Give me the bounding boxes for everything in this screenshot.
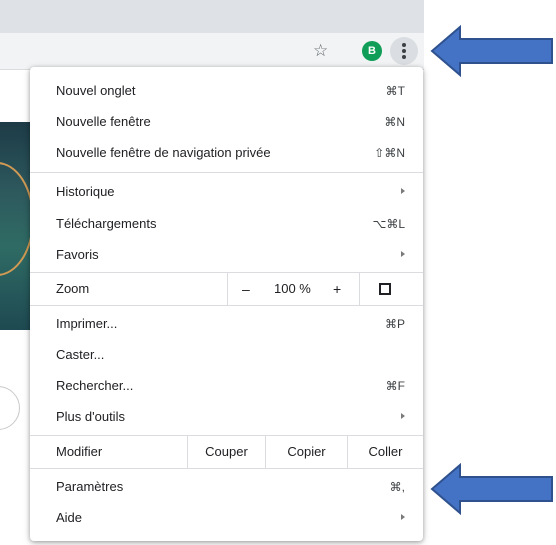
zoom-in-button[interactable]: +: [333, 273, 341, 305]
menu-item-new-tab[interactable]: Nouvel onglet ⌘T: [30, 77, 423, 105]
submenu-arrow-icon: [401, 514, 405, 520]
browser-toolbar: ☆ B: [0, 33, 424, 70]
menu-item-incognito-window[interactable]: Nouvelle fenêtre de navigation privée ⇧⌘…: [30, 139, 423, 167]
menu-item-settings[interactable]: Paramètres ⌘,: [30, 473, 423, 501]
menu-separator: [30, 172, 423, 173]
menu-item-bookmarks[interactable]: Favoris: [30, 241, 423, 269]
page-background-image: [0, 122, 34, 330]
menu-item-cast[interactable]: Caster...: [30, 341, 423, 369]
menu-item-print[interactable]: Imprimer... ⌘P: [30, 310, 423, 338]
menu-item-downloads[interactable]: Téléchargements ⌥⌘L: [30, 210, 423, 238]
edit-row: Modifier Couper Copier Coller: [30, 435, 423, 469]
tab-strip: [0, 0, 424, 33]
annotation-arrow-settings: [430, 463, 553, 515]
menu-item-more-tools[interactable]: Plus d'outils: [30, 403, 423, 431]
copy-button[interactable]: Copier: [265, 436, 347, 468]
annotation-arrow-menu-icon: [430, 25, 553, 77]
chrome-main-menu: Nouvel onglet ⌘T Nouvelle fenêtre ⌘N Nou…: [30, 67, 423, 541]
zoom-out-button[interactable]: –: [242, 273, 250, 305]
fullscreen-icon[interactable]: [379, 283, 391, 295]
menu-item-history[interactable]: Historique: [30, 178, 423, 206]
zoom-row: Zoom – 100 % +: [30, 272, 423, 306]
submenu-arrow-icon: [401, 251, 405, 257]
kebab-menu-icon[interactable]: [390, 37, 418, 65]
submenu-arrow-icon: [401, 188, 405, 194]
submenu-arrow-icon: [401, 413, 405, 419]
menu-item-find[interactable]: Rechercher... ⌘F: [30, 372, 423, 400]
cut-button[interactable]: Couper: [187, 436, 265, 468]
menu-item-new-window[interactable]: Nouvelle fenêtre ⌘N: [30, 108, 423, 136]
profile-avatar[interactable]: B: [362, 41, 382, 61]
bookmark-star-icon[interactable]: ☆: [313, 41, 328, 61]
page-carousel-button[interactable]: [0, 386, 20, 430]
zoom-level: 100 %: [274, 281, 311, 296]
paste-button[interactable]: Coller: [347, 436, 423, 468]
menu-item-help[interactable]: Aide: [30, 504, 423, 532]
